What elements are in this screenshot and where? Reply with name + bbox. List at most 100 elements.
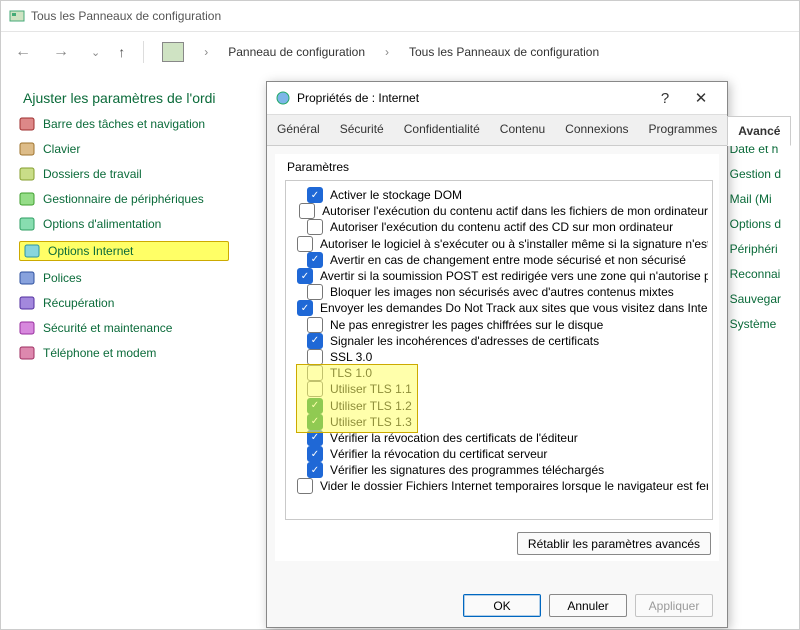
setting-row[interactable]: Autoriser l'exécution du contenu actif d…	[290, 203, 708, 219]
setting-row[interactable]: Vider le dossier Fichiers Internet tempo…	[290, 478, 708, 494]
cp-item-icon	[19, 320, 35, 336]
checkbox[interactable]	[307, 381, 323, 397]
checkbox[interactable]	[307, 187, 323, 203]
breadcrumb-a[interactable]: Panneau de configuration	[228, 45, 365, 59]
window-title: Tous les Panneaux de configuration	[31, 9, 221, 23]
setting-row[interactable]: Autoriser l'exécution du contenu actif d…	[290, 219, 708, 235]
checkbox[interactable]	[307, 219, 323, 235]
checkbox[interactable]	[307, 446, 323, 462]
tab-strip: GénéralSécuritéConfidentialitéContenuCon…	[267, 115, 727, 146]
tab-général[interactable]: Général	[267, 115, 330, 145]
chevron-right-icon: ›	[385, 45, 389, 59]
setting-row[interactable]: Avertir si la soumission POST est rediri…	[290, 268, 708, 284]
up-button[interactable]: ↑	[118, 44, 125, 60]
setting-label: Autoriser l'exécution du contenu actif d…	[330, 220, 673, 234]
tab-sécurité[interactable]: Sécurité	[330, 115, 394, 145]
tab-contenu[interactable]: Contenu	[490, 115, 555, 145]
internet-options-icon	[275, 90, 291, 106]
restore-advanced-button[interactable]: Rétablir les paramètres avancés	[517, 532, 711, 555]
cp-item-label: Clavier	[43, 142, 80, 156]
cp-item[interactable]: Options Internet	[19, 241, 229, 261]
close-button[interactable]: ✕	[683, 89, 719, 107]
cp-item-label: Options d	[730, 217, 781, 231]
checkbox[interactable]	[307, 462, 323, 478]
cp-item-label: Options Internet	[48, 244, 133, 258]
dialog-titlebar: Propriétés de : Internet ? ✕	[267, 82, 727, 115]
cp-item-label: Mail (Mi	[730, 192, 772, 206]
cp-item[interactable]: Téléphone et modem	[19, 345, 229, 361]
checkbox[interactable]	[307, 317, 323, 333]
setting-row[interactable]: Bloquer les images non sécurisés avec d'…	[290, 284, 708, 300]
setting-label: Vérifier la révocation du certificat ser…	[330, 447, 547, 461]
setting-row[interactable]: TLS 1.0	[290, 365, 708, 381]
cp-item-label: Système	[730, 317, 777, 331]
apply-button[interactable]: Appliquer	[635, 594, 713, 617]
checkbox[interactable]	[297, 478, 313, 494]
checkbox[interactable]	[297, 300, 313, 316]
setting-label: Utiliser TLS 1.3	[330, 415, 412, 429]
checkbox[interactable]	[299, 203, 315, 219]
nav-bar: ← → ⌄ ↑ › Panneau de configuration › Tou…	[1, 32, 799, 72]
tab-avancé[interactable]: Avancé	[727, 116, 791, 146]
cp-item-label: Dossiers de travail	[43, 167, 142, 181]
breadcrumb-b[interactable]: Tous les Panneaux de configuration	[409, 45, 599, 59]
tab-confidentialité[interactable]: Confidentialité	[394, 115, 490, 145]
setting-row[interactable]: Vérifier la révocation des certificats d…	[290, 430, 708, 446]
setting-label: Activer le stockage DOM	[330, 188, 462, 202]
back-button[interactable]: ←	[11, 39, 35, 65]
setting-row[interactable]: Activer le stockage DOM	[290, 187, 708, 203]
cp-item-label: Gestionnaire de périphériques	[43, 192, 204, 206]
chevron-right-icon: ›	[204, 45, 208, 59]
cp-item[interactable]: Options d'alimentation	[19, 216, 229, 232]
checkbox[interactable]	[297, 268, 313, 284]
cp-item[interactable]: Polices	[19, 270, 229, 286]
tab-connexions[interactable]: Connexions	[555, 115, 638, 145]
ok-button[interactable]: OK	[463, 594, 541, 617]
setting-row[interactable]: Utiliser TLS 1.1	[290, 381, 708, 397]
cp-item[interactable]: Gestionnaire de périphériques	[19, 191, 229, 207]
checkbox[interactable]	[307, 365, 323, 381]
setting-row[interactable]: Avertir en cas de changement entre mode …	[290, 252, 708, 268]
checkbox[interactable]	[297, 236, 313, 252]
setting-row[interactable]: Autoriser le logiciel à s'exécuter ou à …	[290, 236, 708, 252]
setting-row[interactable]: Utiliser TLS 1.3	[290, 414, 708, 430]
dialog-title: Propriétés de : Internet	[297, 91, 419, 105]
setting-row[interactable]: Vérifier les signatures des programmes t…	[290, 462, 708, 478]
setting-label: Envoyer les demandes Do Not Track aux si…	[320, 301, 708, 315]
cp-item[interactable]: Clavier	[19, 141, 229, 157]
internet-properties-dialog: Propriétés de : Internet ? ✕ GénéralSécu…	[266, 81, 728, 628]
tab-programmes[interactable]: Programmes	[639, 115, 728, 145]
checkbox[interactable]	[307, 284, 323, 300]
setting-row[interactable]: Utiliser TLS 1.2	[290, 397, 708, 413]
cp-item[interactable]: Récupération	[19, 295, 229, 311]
setting-label: Vérifier les signatures des programmes t…	[330, 463, 604, 477]
cp-item[interactable]: Barre des tâches et navigation	[19, 116, 229, 132]
checkbox[interactable]	[307, 398, 323, 414]
setting-label: TLS 1.0	[330, 366, 372, 380]
cp-item-label: Sauvegar	[730, 292, 781, 306]
setting-row[interactable]: SSL 3.0	[290, 349, 708, 365]
checkbox[interactable]	[307, 333, 323, 349]
cp-item-icon	[19, 116, 35, 132]
control-panel-titlebar: Tous les Panneaux de configuration	[1, 1, 799, 32]
cp-item[interactable]: Dossiers de travail	[19, 166, 229, 182]
recent-dropdown[interactable]: ⌄	[87, 42, 104, 63]
checkbox[interactable]	[307, 414, 323, 430]
setting-row[interactable]: Ne pas enregistrer les pages chiffrées s…	[290, 317, 708, 333]
settings-list[interactable]: Activer le stockage DOMAutoriser l'exécu…	[285, 180, 713, 520]
cp-item-icon	[19, 166, 35, 182]
checkbox[interactable]	[307, 430, 323, 446]
cp-item[interactable]: Sécurité et maintenance	[19, 320, 229, 336]
checkbox[interactable]	[307, 349, 323, 365]
cp-item-icon	[19, 141, 35, 157]
setting-row[interactable]: Signaler les incohérences d'adresses de …	[290, 333, 708, 349]
setting-row[interactable]: Envoyer les demandes Do Not Track aux si…	[290, 300, 708, 316]
help-button[interactable]: ?	[647, 90, 683, 107]
cancel-button[interactable]: Annuler	[549, 594, 627, 617]
forward-button[interactable]: →	[49, 39, 73, 65]
location-icon[interactable]	[162, 42, 184, 62]
setting-row[interactable]: Vérifier la révocation du certificat ser…	[290, 446, 708, 462]
setting-label: Avertir si la soumission POST est rediri…	[320, 269, 708, 283]
cp-item-label: Barre des tâches et navigation	[43, 117, 205, 131]
checkbox[interactable]	[307, 252, 323, 268]
